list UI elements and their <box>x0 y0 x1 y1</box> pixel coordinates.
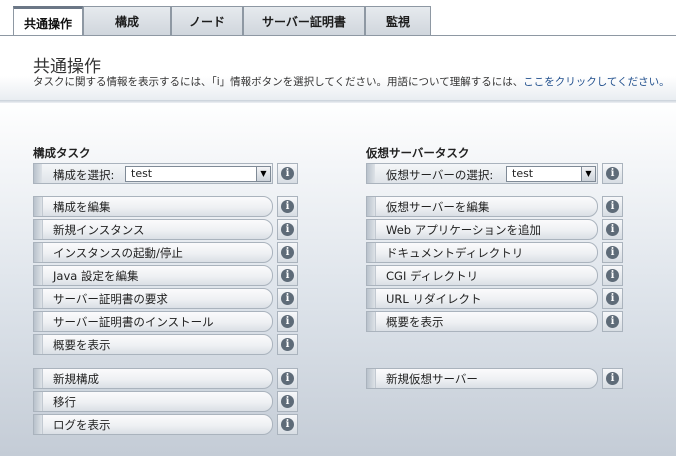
new-configuration-label: 新規構成 <box>53 371 99 386</box>
tab-server-certificates[interactable]: サーバー証明書 <box>243 6 365 36</box>
info-icon: i <box>281 338 294 351</box>
migrate-label: 移行 <box>53 394 76 409</box>
virtual-server-select-value: test <box>512 167 534 180</box>
tab-bar: 共通操作 構成 ノード サーバー証明書 監視 <box>0 0 676 37</box>
virtual-server-select[interactable]: test ▼ <box>506 166 596 182</box>
tab-common-tasks[interactable]: 共通操作 <box>13 6 83 37</box>
migrate-info-button[interactable]: i <box>277 391 298 412</box>
page-header: 共通操作 タスクに関する情報を表示するには、「i」情報ボタンを選択してください。… <box>0 36 676 100</box>
vs-view-summary-label: 概要を表示 <box>386 314 444 329</box>
info-icon: i <box>606 167 619 180</box>
dropdown-arrow-glyph: ▼ <box>585 169 592 178</box>
info-icon: i <box>606 246 619 259</box>
virtual-server-select-row: 仮想サーバーの選択: test ▼ <box>366 163 598 184</box>
request-certificate-label: サーバー証明書の要求 <box>53 291 168 306</box>
tab-nodes[interactable]: ノード <box>171 6 243 36</box>
info-icon: i <box>281 372 294 385</box>
virtual-server-tasks-title: 仮想サーバータスク <box>366 146 470 160</box>
info-icon: i <box>606 292 619 305</box>
migrate-button[interactable]: 移行 <box>33 391 273 412</box>
info-icon: i <box>606 315 619 328</box>
add-web-application-label: Web アプリケーションを追加 <box>386 222 541 237</box>
edit-virtual-server-label: 仮想サーバーを編集 <box>386 199 490 214</box>
config-tasks-title: 構成タスク <box>33 146 91 160</box>
request-certificate-info-button[interactable]: i <box>277 288 298 309</box>
info-icon: i <box>281 223 294 236</box>
edit-configuration-info-button[interactable]: i <box>277 196 298 217</box>
tab-configuration[interactable]: 構成 <box>83 6 171 36</box>
chevron-down-icon[interactable]: ▼ <box>581 167 595 181</box>
start-stop-instance-label: インスタンスの起動/停止 <box>53 245 183 260</box>
info-icon: i <box>606 200 619 213</box>
header-divider <box>0 100 676 103</box>
config-select[interactable]: test ▼ <box>125 166 271 182</box>
vs-view-summary-info-button[interactable]: i <box>602 311 623 332</box>
cgi-directories-info-button[interactable]: i <box>602 265 623 286</box>
document-directories-label: ドキュメントディレクトリ <box>386 245 524 260</box>
install-certificate-label: サーバー証明書のインストール <box>53 314 214 329</box>
glossary-link[interactable]: ここをクリックしてください。 <box>523 76 669 88</box>
chevron-down-icon[interactable]: ▼ <box>256 167 270 181</box>
info-icon: i <box>606 269 619 282</box>
config-select-value: test <box>131 167 153 180</box>
info-icon: i <box>281 167 294 180</box>
edit-java-settings-label: Java 設定を編集 <box>53 268 139 283</box>
new-virtual-server-info-button[interactable]: i <box>602 368 623 389</box>
install-certificate-info-button[interactable]: i <box>277 311 298 332</box>
new-configuration-button[interactable]: 新規構成 <box>33 368 273 389</box>
document-directories-info-button[interactable]: i <box>602 242 623 263</box>
new-virtual-server-label: 新規仮想サーバー <box>386 371 478 386</box>
dropdown-arrow-glyph: ▼ <box>260 169 267 178</box>
info-icon: i <box>281 200 294 213</box>
url-redirect-button[interactable]: URL リダイレクト <box>366 288 598 309</box>
cgi-directories-label: CGI ディレクトリ <box>386 268 479 283</box>
url-redirect-info-button[interactable]: i <box>602 288 623 309</box>
help-text: タスクに関する情報を表示するには、「i」情報ボタンを選択してください。用語につい… <box>33 76 524 88</box>
new-instance-info-button[interactable]: i <box>277 219 298 240</box>
view-log-label: ログを表示 <box>53 417 111 432</box>
start-stop-instance-info-button[interactable]: i <box>277 242 298 263</box>
virtual-server-select-label: 仮想サーバーの選択: <box>386 168 494 182</box>
vs-view-summary-button[interactable]: 概要を表示 <box>366 311 598 332</box>
info-icon: i <box>281 395 294 408</box>
request-certificate-button[interactable]: サーバー証明書の要求 <box>33 288 273 309</box>
view-summary-label: 概要を表示 <box>53 337 111 352</box>
page-help-text: タスクに関する情報を表示するには、「i」情報ボタンを選択してください。用語につい… <box>33 74 670 89</box>
info-icon: i <box>281 315 294 328</box>
cgi-directories-button[interactable]: CGI ディレクトリ <box>366 265 598 286</box>
url-redirect-label: URL リダイレクト <box>386 291 482 306</box>
info-icon: i <box>281 246 294 259</box>
add-web-application-button[interactable]: Web アプリケーションを追加 <box>366 219 598 240</box>
view-log-button[interactable]: ログを表示 <box>33 414 273 435</box>
info-icon: i <box>606 372 619 385</box>
edit-java-settings-button[interactable]: Java 設定を編集 <box>33 265 273 286</box>
document-directories-button[interactable]: ドキュメントディレクトリ <box>366 242 598 263</box>
edit-java-settings-info-button[interactable]: i <box>277 265 298 286</box>
new-instance-label: 新規インスタンス <box>53 222 145 237</box>
info-icon: i <box>281 292 294 305</box>
config-select-label: 構成を選択: <box>53 168 115 182</box>
virtual-server-select-info-button[interactable]: i <box>602 163 623 184</box>
view-summary-button[interactable]: 概要を表示 <box>33 334 273 355</box>
tab-monitoring[interactable]: 監視 <box>365 6 431 36</box>
install-certificate-button[interactable]: サーバー証明書のインストール <box>33 311 273 332</box>
new-configuration-info-button[interactable]: i <box>277 368 298 389</box>
info-icon: i <box>606 223 619 236</box>
info-icon: i <box>281 418 294 431</box>
edit-virtual-server-info-button[interactable]: i <box>602 196 623 217</box>
new-virtual-server-button[interactable]: 新規仮想サーバー <box>366 368 598 389</box>
config-select-row: 構成を選択: test ▼ <box>33 163 273 184</box>
add-web-application-info-button[interactable]: i <box>602 219 623 240</box>
edit-configuration-button[interactable]: 構成を編集 <box>33 196 273 217</box>
start-stop-instance-button[interactable]: インスタンスの起動/停止 <box>33 242 273 263</box>
new-instance-button[interactable]: 新規インスタンス <box>33 219 273 240</box>
info-icon: i <box>281 269 294 282</box>
edit-virtual-server-button[interactable]: 仮想サーバーを編集 <box>366 196 598 217</box>
view-summary-info-button[interactable]: i <box>277 334 298 355</box>
config-select-info-button[interactable]: i <box>277 163 298 184</box>
view-log-info-button[interactable]: i <box>277 414 298 435</box>
edit-configuration-label: 構成を編集 <box>53 199 111 214</box>
